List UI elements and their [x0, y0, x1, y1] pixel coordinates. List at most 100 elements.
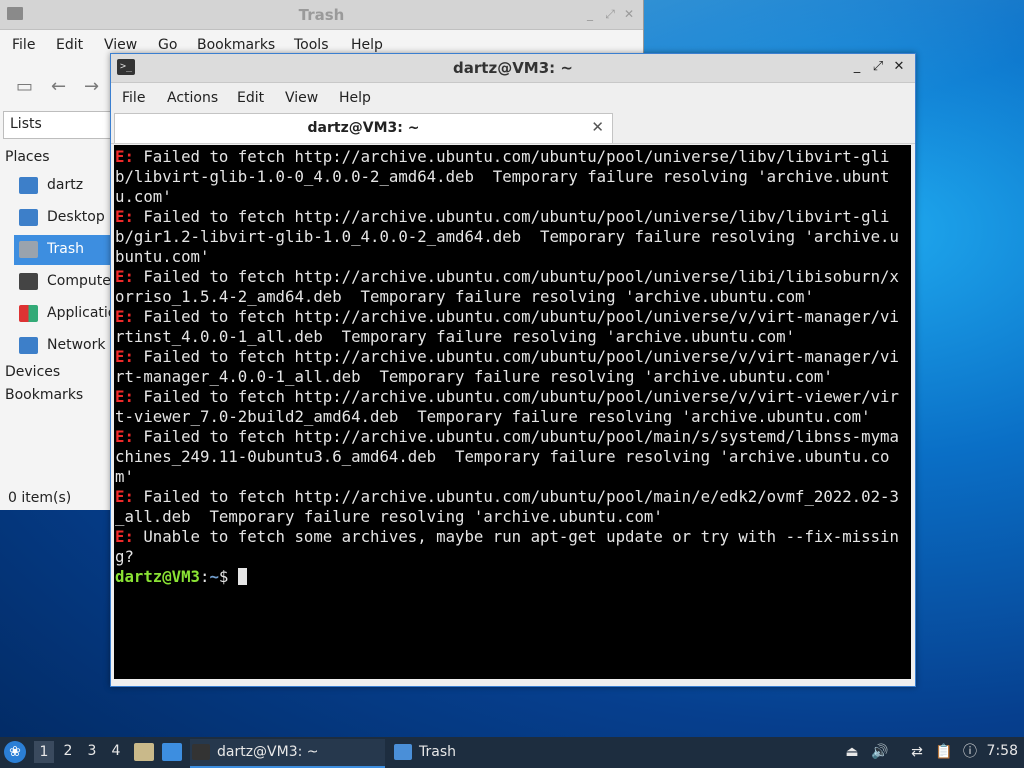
menu-bookmarks[interactable]: Bookmarks — [197, 37, 275, 53]
network-icon — [19, 337, 38, 354]
terminal-menubar: File Actions Edit View Help — [111, 83, 915, 113]
home-folder-icon — [19, 177, 38, 194]
close-icon[interactable]: ✕ — [891, 59, 907, 75]
applications-icon — [19, 305, 38, 322]
show-desktop-icon[interactable] — [162, 743, 182, 761]
file-manager-launcher-icon[interactable] — [134, 743, 154, 761]
task-trash[interactable]: Trash — [392, 739, 587, 766]
menu-view[interactable]: View — [285, 90, 318, 106]
minimize-icon[interactable]: _ — [583, 7, 597, 21]
error-text: Failed to fetch http://archive.ubuntu.co… — [115, 387, 899, 426]
volume-icon[interactable]: 🔊 — [871, 743, 889, 761]
start-menu-icon[interactable]: ❀ — [4, 741, 26, 763]
bookmarks-header[interactable]: Bookmarks — [5, 387, 83, 403]
menu-actions[interactable]: Actions — [167, 90, 218, 106]
maximize-icon[interactable]: ⤢ — [603, 7, 617, 21]
eject-icon[interactable]: ⏏ — [843, 743, 861, 761]
window-title: dartz@VM3: ~ — [453, 59, 573, 77]
back-arrow-icon[interactable]: ← — [51, 76, 66, 97]
error-text: Failed to fetch http://archive.ubuntu.co… — [115, 207, 899, 266]
place-dartz[interactable]: dartz — [14, 171, 110, 201]
error-text: Failed to fetch http://archive.ubuntu.co… — [115, 307, 899, 346]
error-text: Failed to fetch http://archive.ubuntu.co… — [115, 267, 899, 306]
error-text: Failed to fetch http://archive.ubuntu.co… — [115, 347, 899, 386]
workspace-3[interactable]: 3 — [82, 743, 102, 759]
place-label: Computer — [47, 273, 110, 289]
menu-file[interactable]: File — [122, 90, 145, 106]
menu-edit[interactable]: Edit — [237, 90, 264, 106]
menu-file[interactable]: File — [12, 37, 35, 53]
task-terminal[interactable]: dartz@VM3: ~ — [190, 739, 385, 768]
error-line: E: Failed to fetch http://archive.ubuntu… — [115, 427, 899, 486]
place-applications[interactable]: Applications — [14, 299, 110, 329]
menu-go[interactable]: Go — [158, 37, 177, 53]
menu-help[interactable]: Help — [351, 37, 383, 53]
side-panel-mode-label: Lists — [10, 116, 42, 132]
menu-view[interactable]: View — [104, 37, 137, 53]
task-label: Trash — [419, 744, 456, 760]
place-label: Network — [47, 337, 106, 353]
place-label: Applications — [47, 305, 110, 321]
terminal-output[interactable]: E: Failed to fetch http://archive.ubuntu… — [114, 145, 911, 679]
place-network[interactable]: Network — [14, 331, 110, 361]
taskbar: ❀ 1 2 3 4 dartz@VM3: ~ Trash ⏏ 🔊 ⇄ 📋 ⓘ 7… — [0, 737, 1024, 768]
error-prefix: E: — [115, 347, 134, 366]
workspace-1[interactable]: 1 — [34, 741, 54, 763]
menu-help[interactable]: Help — [339, 90, 371, 106]
desktop-icon — [19, 209, 38, 226]
place-label: dartz — [47, 177, 84, 193]
computer-icon — [19, 273, 38, 290]
place-computer[interactable]: Computer — [14, 267, 110, 297]
error-prefix: E: — [115, 147, 134, 166]
folder-icon — [394, 744, 412, 760]
error-prefix: E: — [115, 207, 134, 226]
maximize-icon[interactable]: ⤢ — [870, 59, 886, 75]
error-prefix: E: — [115, 427, 134, 446]
terminal-tab[interactable]: dartz@VM3: ~ ✕ — [114, 113, 613, 143]
place-desktop[interactable]: Desktop — [14, 203, 110, 233]
error-prefix: E: — [115, 527, 134, 546]
forward-arrow-icon[interactable]: → — [84, 76, 99, 97]
trash-icon — [19, 241, 38, 258]
tab-label: dartz@VM3: ~ — [307, 120, 420, 136]
place-trash[interactable]: Trash — [14, 235, 110, 265]
places-header[interactable]: Places — [5, 149, 50, 165]
clock[interactable]: 7:58 — [987, 743, 1018, 759]
error-line: E: Failed to fetch http://archive.ubuntu… — [115, 487, 899, 526]
place-label: Desktop — [47, 209, 105, 225]
error-line: E: Failed to fetch http://archive.ubuntu… — [115, 147, 889, 206]
menu-edit[interactable]: Edit — [56, 37, 83, 53]
close-icon[interactable]: ✕ — [622, 7, 636, 21]
error-prefix: E: — [115, 387, 134, 406]
workspace-2[interactable]: 2 — [58, 743, 78, 759]
new-tab-icon[interactable]: ▭ — [16, 76, 33, 97]
minimize-icon[interactable]: _ — [849, 59, 865, 75]
file-manager-titlebar[interactable]: Trash _ ⤢ ✕ — [0, 0, 643, 30]
error-line: E: Failed to fetch http://archive.ubuntu… — [115, 387, 899, 426]
close-tab-icon[interactable]: ✕ — [591, 118, 604, 136]
error-text: Failed to fetch http://archive.ubuntu.co… — [115, 147, 890, 206]
devices-header[interactable]: Devices — [5, 364, 60, 380]
terminal-titlebar[interactable]: >_ dartz@VM3: ~ _ ⤢ ✕ — [111, 54, 915, 83]
place-label: Trash — [47, 241, 84, 257]
error-prefix: E: — [115, 307, 134, 326]
clipboard-icon[interactable]: 📋 — [935, 743, 953, 761]
update-notifier-icon[interactable]: ⓘ — [961, 743, 979, 761]
prompt-symbol: $ — [218, 567, 238, 586]
prompt-path: ~ — [209, 567, 219, 586]
prompt-user-host: dartz@VM3 — [115, 567, 201, 586]
error-line: E: Unable to fetch some archives, maybe … — [115, 527, 899, 566]
error-text: Failed to fetch http://archive.ubuntu.co… — [115, 487, 899, 526]
workspace-4[interactable]: 4 — [106, 743, 126, 759]
error-line: E: Failed to fetch http://archive.ubuntu… — [115, 267, 899, 306]
error-prefix: E: — [115, 487, 134, 506]
window-title: Trash — [298, 6, 345, 24]
error-line: E: Failed to fetch http://archive.ubuntu… — [115, 347, 899, 386]
error-line: E: Failed to fetch http://archive.ubuntu… — [115, 207, 899, 266]
text-cursor — [237, 568, 247, 585]
network-tray-icon[interactable]: ⇄ — [908, 743, 926, 761]
side-panel-mode-select[interactable]: Lists — [3, 111, 113, 139]
error-text: Failed to fetch http://archive.ubuntu.co… — [115, 427, 899, 486]
menu-tools[interactable]: Tools — [294, 37, 329, 53]
error-text: Unable to fetch some archives, maybe run… — [115, 527, 899, 566]
